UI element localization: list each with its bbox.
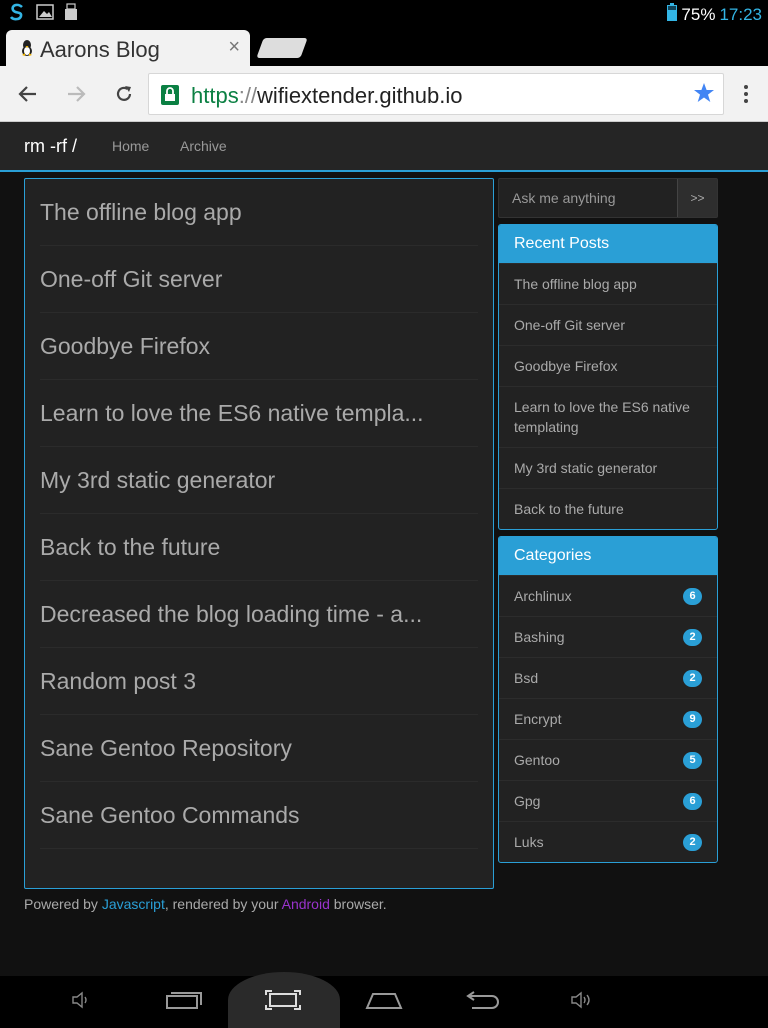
count-badge: 2 — [683, 670, 702, 687]
recent-post-link[interactable]: Back to the future — [499, 488, 717, 529]
javascript-link[interactable]: Javascript — [102, 896, 165, 912]
tab-close-button[interactable]: × — [228, 36, 240, 59]
system-nav-bar — [0, 972, 768, 1028]
android-link[interactable]: Android — [282, 896, 330, 912]
count-badge: 2 — [683, 629, 702, 646]
clock: 17:23 — [719, 4, 762, 24]
count-badge: 5 — [683, 752, 702, 769]
lock-icon — [161, 85, 179, 110]
site-brand[interactable]: rm -rf / — [24, 136, 77, 157]
post-link[interactable]: Back to the future — [40, 514, 478, 581]
battery-icon — [667, 3, 678, 26]
count-badge: 6 — [683, 588, 702, 605]
home-icon[interactable] — [364, 986, 404, 1014]
app-notification-icon — [8, 3, 26, 26]
category-item-bsd[interactable]: Bsd 2 — [499, 657, 717, 698]
category-item-archlinux[interactable]: Archlinux 6 — [499, 575, 717, 616]
footer-middle: , rendered by your — [164, 896, 282, 912]
count-badge: 6 — [683, 793, 702, 810]
recent-post-link[interactable]: Goodbye Firefox — [499, 345, 717, 386]
browser-toolbar: https://wifiextender.github.io — [0, 66, 768, 122]
recent-posts-panel: Recent Posts The offline blog app One-of… — [498, 224, 718, 530]
post-link[interactable]: Decreased the blog loading time - a... — [40, 581, 478, 648]
category-item-gpg[interactable]: Gpg 6 — [499, 780, 717, 821]
category-item-gentoo[interactable]: Gentoo 5 — [499, 739, 717, 780]
url-bar[interactable]: https://wifiextender.github.io — [148, 73, 724, 115]
count-badge: 2 — [683, 834, 702, 851]
forward-arrow-icon[interactable] — [62, 80, 90, 108]
post-link[interactable]: My 3rd static generator — [40, 447, 478, 514]
recent-post-link[interactable]: The offline blog app — [499, 263, 717, 304]
back-arrow-icon[interactable] — [14, 80, 42, 108]
recent-posts-heading: Recent Posts — [499, 225, 717, 263]
category-name: Bashing — [514, 629, 565, 645]
usb-notification-icon — [64, 3, 78, 26]
search-box: >> — [498, 178, 718, 218]
recent-post-link[interactable]: One-off Git server — [499, 304, 717, 345]
menu-dots-icon[interactable] — [732, 80, 760, 108]
category-name: Luks — [514, 834, 544, 850]
post-link[interactable]: Goodbye Firefox — [40, 313, 478, 380]
nav-home-link[interactable]: Home — [112, 138, 149, 154]
new-tab-button[interactable] — [256, 38, 308, 58]
volume-down-icon[interactable] — [62, 986, 102, 1014]
post-link[interactable]: Learn to love the ES6 native templa... — [40, 380, 478, 447]
screenshot-icon[interactable] — [263, 986, 303, 1014]
search-button[interactable]: >> — [677, 179, 717, 217]
url-text[interactable]: https://wifiextender.github.io — [191, 83, 463, 109]
bookmark-star-icon[interactable] — [693, 82, 715, 109]
footer-prefix: Powered by — [24, 896, 102, 912]
category-name: Gentoo — [514, 752, 560, 768]
tab-aarons-blog[interactable]: Aarons Blog × — [6, 30, 250, 66]
post-list: The offline blog app One-off Git server … — [24, 178, 494, 889]
post-link[interactable]: Sane Gentoo Repository — [40, 715, 478, 782]
recent-post-link[interactable]: Learn to love the ES6 native templating — [499, 386, 717, 447]
category-item-encrypt[interactable]: Encrypt 9 — [499, 698, 717, 739]
url-separator: :// — [238, 83, 258, 108]
search-input[interactable] — [499, 179, 677, 217]
categories-panel: Categories Archlinux 6 Bashing 2 Bsd 2 Encr… — [498, 536, 718, 863]
site-footer: Powered by Javascript, rendered by your … — [24, 896, 387, 912]
web-page: rm -rf / Home Archive The offline blog a… — [0, 122, 768, 976]
post-link[interactable]: One-off Git server — [40, 246, 478, 313]
post-link[interactable]: Random post 3 — [40, 648, 478, 715]
image-notification-icon — [36, 4, 54, 25]
site-navbar: rm -rf / Home Archive — [0, 122, 768, 172]
category-name: Archlinux — [514, 588, 572, 604]
back-icon[interactable] — [463, 986, 503, 1014]
tux-favicon-icon — [20, 40, 34, 61]
sidebar: >> Recent Posts The offline blog app One… — [498, 178, 718, 863]
status-bar: 75% 17:23 — [0, 0, 768, 26]
category-item-luks[interactable]: Luks 2 — [499, 821, 717, 862]
post-link[interactable]: The offline blog app — [40, 179, 478, 246]
footer-suffix: browser. — [329, 896, 387, 912]
category-item-bashing[interactable]: Bashing 2 — [499, 616, 717, 657]
recent-post-link[interactable]: My 3rd static generator — [499, 447, 717, 488]
reload-icon[interactable] — [110, 80, 138, 108]
tab-strip: Aarons Blog × — [0, 26, 768, 66]
category-name: Gpg — [514, 793, 541, 809]
count-badge: 9 — [683, 711, 702, 728]
recent-apps-icon[interactable] — [164, 986, 204, 1014]
post-link[interactable]: Sane Gentoo Commands — [40, 782, 478, 849]
url-scheme: https — [191, 83, 239, 108]
categories-heading: Categories — [499, 537, 717, 575]
category-name: Encrypt — [514, 711, 562, 727]
tab-title: Aarons Blog — [40, 37, 160, 62]
nav-archive-link[interactable]: Archive — [180, 138, 227, 154]
url-host: wifiextender.github.io — [257, 83, 463, 108]
category-name: Bsd — [514, 670, 539, 686]
battery-percent: 75% — [681, 4, 716, 24]
volume-up-icon[interactable] — [562, 986, 602, 1014]
